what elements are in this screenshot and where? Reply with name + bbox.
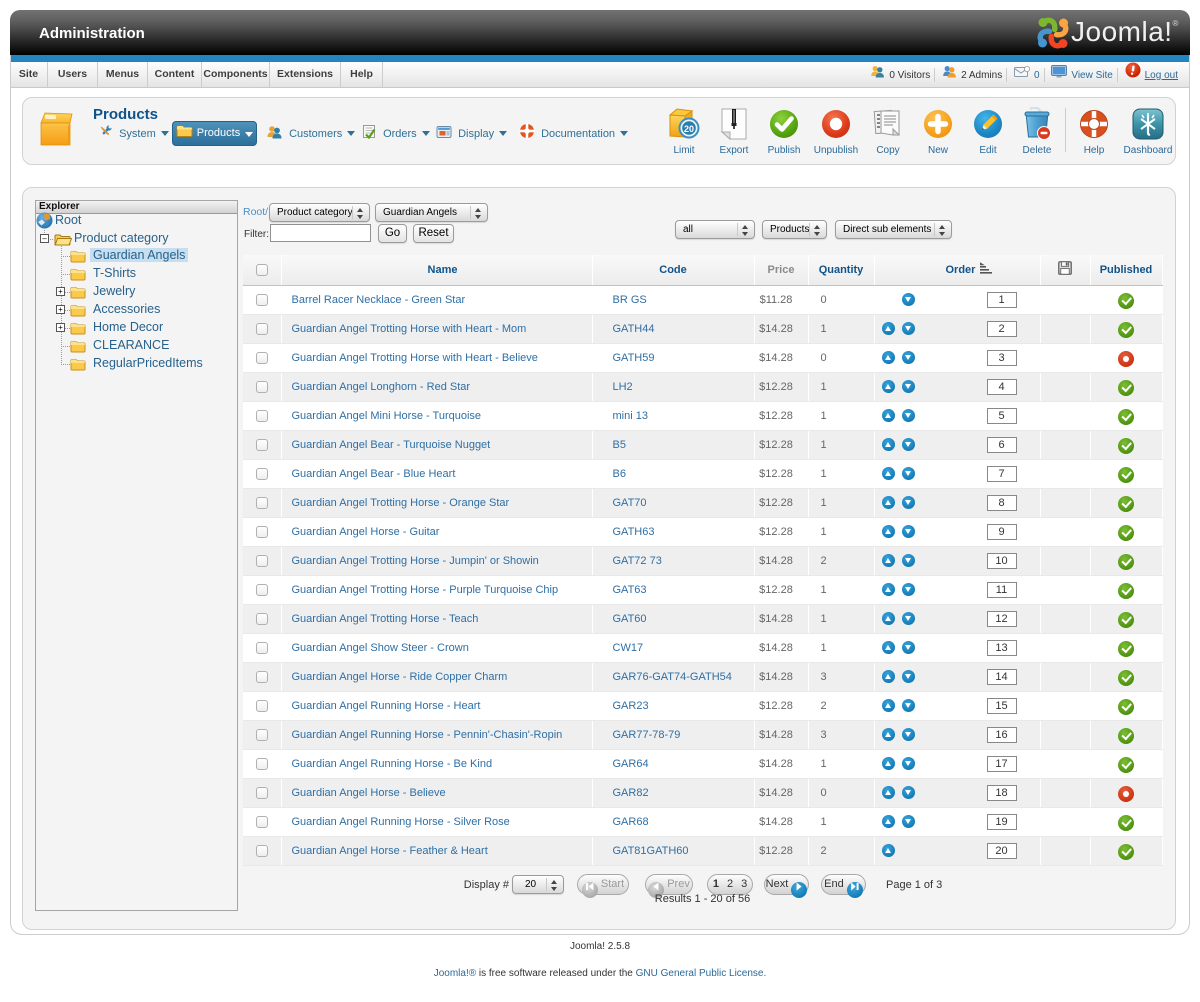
- svg-text:20: 20: [684, 124, 694, 134]
